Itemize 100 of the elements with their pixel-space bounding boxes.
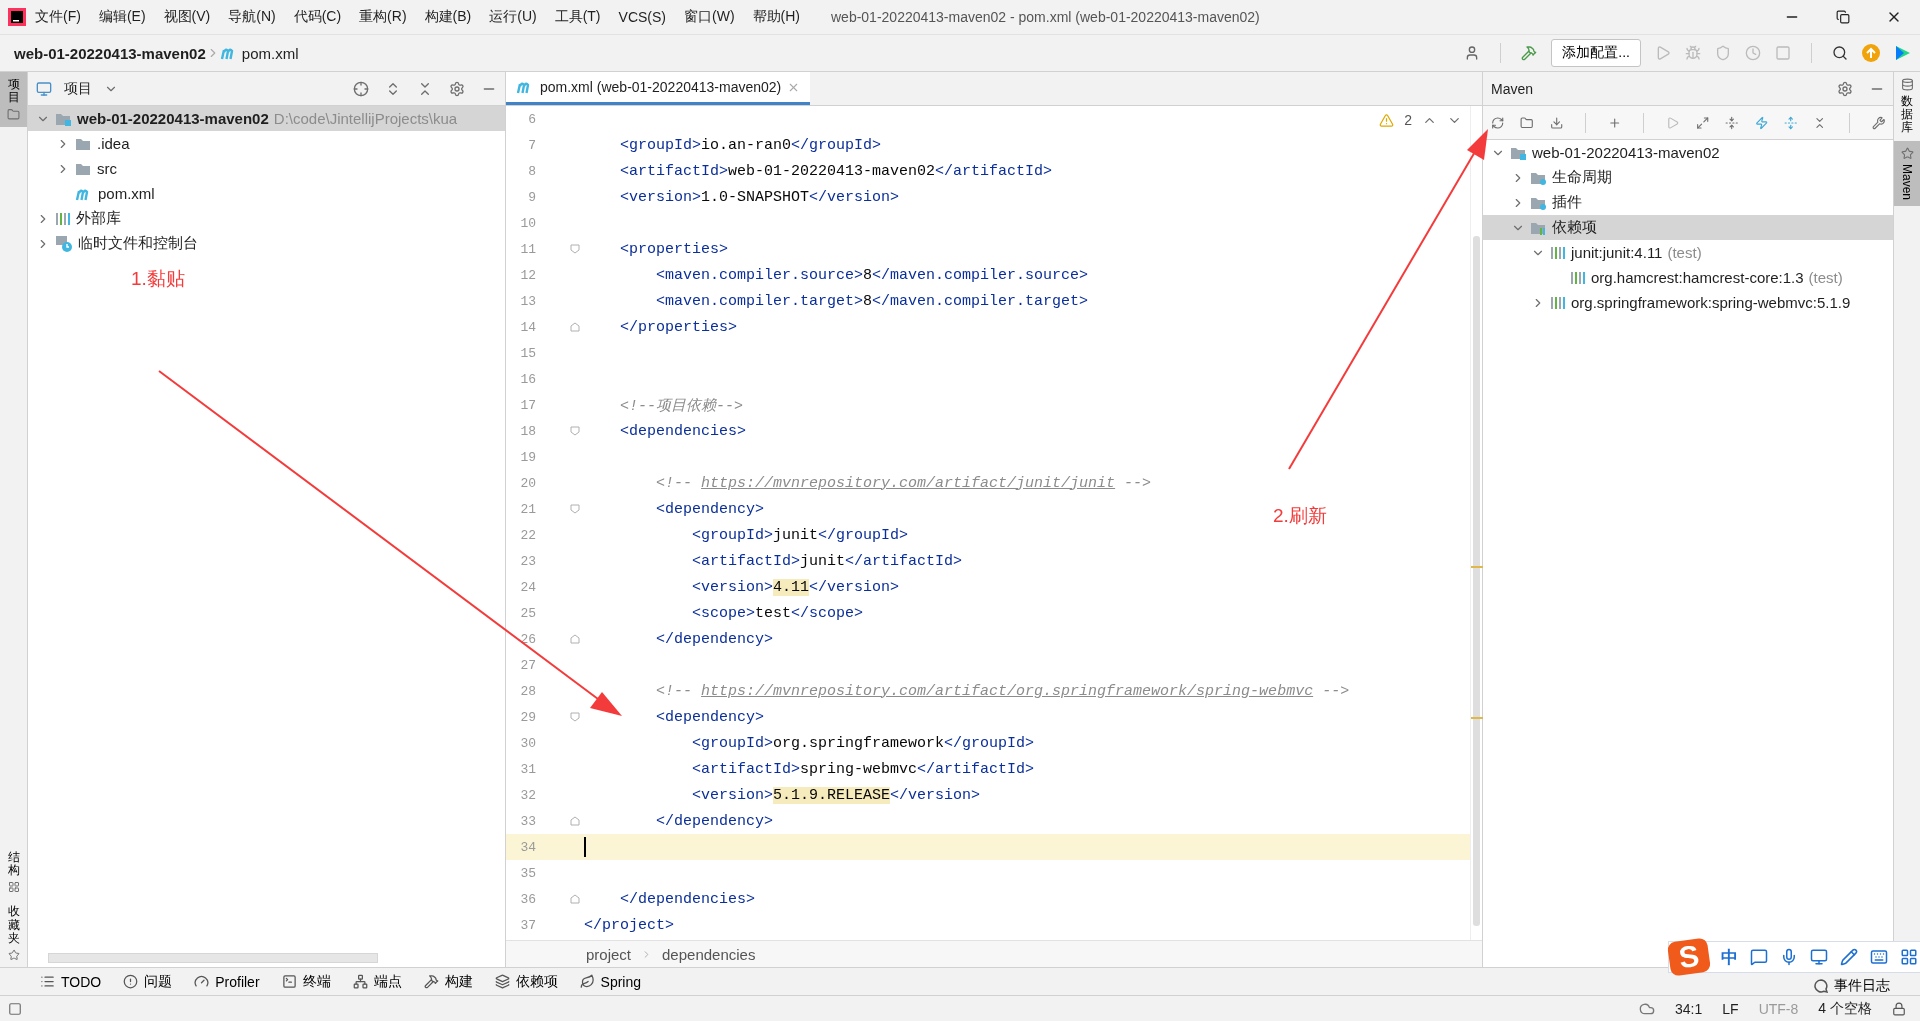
tool-window-button[interactable]: 端点 [352, 972, 402, 991]
tree-item[interactable]: 临时文件和控制台 [28, 231, 505, 256]
status-item[interactable]: LF [1722, 1000, 1739, 1017]
menu-item[interactable]: 导航(N) [219, 8, 285, 26]
tool-window-button[interactable]: 问题 [123, 972, 173, 991]
editor-tab[interactable]: pom.xml (web-01-20220413-maven02) [506, 72, 811, 105]
code-line: <maven.compiler.source>8</maven.compiler.source> [655, 266, 1089, 284]
locate-icon[interactable] [353, 80, 369, 97]
tree-item[interactable]: web-01-20220413-maven02 [1483, 140, 1893, 165]
download-icon[interactable] [1549, 114, 1564, 131]
panel-title[interactable]: 项目 [64, 79, 92, 98]
layout-toggle-icon[interactable] [8, 1001, 22, 1016]
lock-icon[interactable] [1892, 1001, 1906, 1016]
microphone-icon[interactable] [1780, 948, 1798, 966]
scrollbar[interactable] [48, 953, 378, 963]
fold-marker-icon[interactable] [570, 634, 580, 644]
menu-item[interactable]: 运行(U) [480, 8, 546, 26]
event-log-button[interactable]: 事件日志 [1814, 976, 1890, 995]
tree-item[interactable]: 外部库 [28, 206, 505, 231]
menu-item[interactable]: 窗口(W) [675, 8, 744, 26]
breadcrumb-file[interactable]: pom.xml [241, 44, 299, 62]
menu-item[interactable]: 文件(F) [26, 8, 90, 26]
tree-item[interactable]: 插件 [1483, 190, 1893, 215]
tree-item[interactable]: junit:junit:4.11 (test) [1483, 240, 1893, 265]
code-line: </dependency> [655, 630, 774, 648]
tree-item[interactable]: web-01-20220413-maven02 D:\code\JintellijProjects\kua [28, 106, 505, 131]
grid-icon[interactable] [1900, 948, 1918, 966]
lightning-icon[interactable] [1754, 114, 1768, 131]
tool-window-button[interactable]: Profiler [194, 973, 260, 990]
line-number: 27 [519, 657, 536, 673]
toolbox-icon[interactable] [1894, 44, 1912, 62]
wrench-icon[interactable] [1871, 114, 1885, 131]
tree-item[interactable]: org.hamcrest:hamcrest-core:1.3 (test) [1483, 265, 1893, 290]
add-configuration-button[interactable]: 添加配置... [1551, 39, 1641, 67]
restore-icon[interactable] [1836, 10, 1850, 24]
search-icon[interactable] [1832, 45, 1848, 61]
menu-item[interactable]: 视图(V) [154, 8, 220, 26]
tool-window-button[interactable]: 构建 [423, 972, 473, 991]
tree-item[interactable]: 依赖项 [1483, 215, 1893, 240]
tool-window-tab[interactable]: 结构 [0, 845, 27, 900]
folder-icon[interactable] [1520, 114, 1534, 131]
tool-window-tab[interactable]: 项目 [0, 72, 27, 128]
tool-icon [281, 974, 297, 989]
screen-icon[interactable] [1810, 948, 1828, 966]
breadcrumb[interactable]: dependencies [662, 945, 756, 963]
scrollbar-thumb[interactable] [1473, 236, 1480, 926]
fold-marker-icon[interactable] [570, 894, 580, 904]
menu-item[interactable]: 帮助(H) [743, 8, 809, 26]
line-number: 18 [519, 423, 536, 439]
window-title: web-01-20220413-maven02 - pom.xml (web-01-20220413-maven02) [831, 9, 1261, 25]
settings-icon[interactable] [1837, 80, 1853, 97]
fold-marker-icon[interactable] [570, 244, 580, 254]
update-icon[interactable] [1862, 44, 1880, 62]
fold-marker-icon[interactable] [570, 322, 580, 332]
reload-icon[interactable] [1491, 114, 1505, 131]
menu-item[interactable]: 编辑(E) [89, 8, 155, 26]
tool-window-tab[interactable]: 收藏夹 [0, 899, 27, 967]
tree-item[interactable]: src [28, 156, 505, 181]
menu-item[interactable]: 构建(B) [415, 8, 481, 26]
warning-count[interactable]: 2 [1404, 112, 1412, 128]
fold-marker-icon[interactable] [570, 504, 580, 514]
code-line: <version>5.1.9.RELEASE</version> [691, 786, 981, 804]
fold-marker-icon[interactable] [570, 712, 580, 722]
fold-marker-icon[interactable] [570, 816, 580, 826]
breadcrumb-project[interactable]: web-01-20220413-maven02 [14, 44, 206, 62]
menu-item[interactable]: 工具(T) [545, 8, 610, 26]
ime-mode[interactable]: 中 [1721, 945, 1738, 969]
tree-item[interactable]: .idea [28, 131, 505, 156]
tool-window-tab[interactable]: Maven [1894, 140, 1920, 206]
code-line: <groupId>io.an-ran0</groupId> [619, 136, 882, 154]
tree-item[interactable]: org.springframework:spring-webmvc:5.1.9 [1483, 290, 1893, 315]
breadcrumb[interactable]: project [586, 945, 632, 963]
tool-window-button[interactable]: TODO [40, 973, 102, 990]
menu-item[interactable]: 重构(R) [350, 8, 416, 26]
menu-item[interactable]: VCS(S) [609, 9, 675, 25]
fold-marker-icon[interactable] [570, 426, 580, 436]
tool-window-button[interactable]: 终端 [281, 972, 331, 991]
line-number: 24 [519, 579, 536, 595]
tree-item[interactable]: pom.xml [28, 181, 505, 206]
build-icon[interactable] [1521, 45, 1538, 61]
tool-window-tab[interactable]: 数据库 [1894, 72, 1920, 141]
tool-icon [423, 974, 439, 989]
tool-window-button[interactable]: Spring [579, 973, 642, 990]
tool-window-button[interactable]: 依赖项 [494, 972, 558, 991]
line-number: 29 [519, 709, 536, 725]
status-item[interactable]: 4 个空格 [1818, 999, 1872, 1018]
settings-icon[interactable] [449, 80, 465, 97]
pen-icon[interactable] [1840, 948, 1858, 966]
library-icon [1550, 295, 1566, 310]
tree-item[interactable]: 生命周期 [1483, 165, 1893, 190]
status-item[interactable]: 34:1 [1675, 1000, 1703, 1017]
code-line: <version>1.0-SNAPSHOT</version> [619, 188, 900, 206]
menu-item[interactable]: 代码(C) [284, 8, 351, 26]
tool-icon [123, 974, 139, 989]
code-line: <!--项目依赖--> [619, 396, 744, 415]
line-number: 33 [519, 813, 536, 829]
line-number: 26 [519, 631, 536, 647]
emoji-icon[interactable] [1750, 948, 1768, 966]
line-number: 14 [519, 319, 536, 335]
keyboard-icon[interactable] [1870, 948, 1888, 966]
